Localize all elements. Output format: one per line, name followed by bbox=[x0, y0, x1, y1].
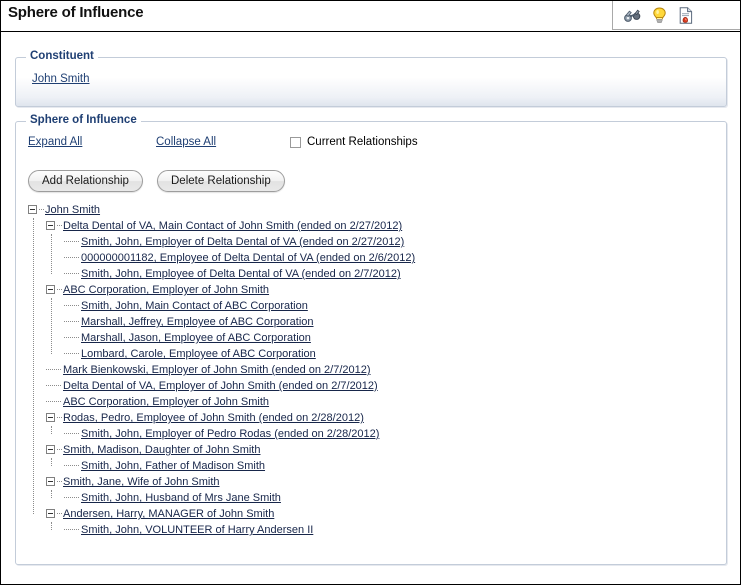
tree-node: Smith, John, Husband of Mrs Jane Smith bbox=[28, 490, 720, 506]
tree-expander-minus-icon[interactable] bbox=[46, 413, 55, 422]
page-header: Sphere of Influence bbox=[1, 1, 740, 32]
tree-connector bbox=[64, 337, 79, 339]
tree-node-link[interactable]: 000000001182, Employee of Delta Dental o… bbox=[81, 250, 415, 266]
tree-node-link[interactable]: Andersen, Harry, MANAGER of John Smith bbox=[63, 506, 274, 522]
tree-node-link[interactable]: Smith, Jane, Wife of John Smith bbox=[63, 474, 220, 490]
tree-expander-minus-icon[interactable] bbox=[46, 477, 55, 486]
current-relationships-checkbox[interactable] bbox=[290, 136, 301, 148]
tree-expander-minus-icon[interactable] bbox=[46, 445, 55, 454]
constituent-legend: Constituent bbox=[26, 50, 98, 62]
collapse-all-link[interactable]: Collapse All bbox=[156, 136, 216, 148]
header-toolbar bbox=[612, 1, 740, 30]
tree-expander-minus-icon[interactable] bbox=[46, 509, 55, 518]
page-title: Sphere of Influence bbox=[8, 4, 144, 21]
tree-connector bbox=[46, 385, 61, 387]
report-document-icon[interactable] bbox=[677, 6, 695, 24]
tree-node: Smith, John, VOLUNTEER of Harry Andersen… bbox=[28, 522, 720, 538]
tree-connector bbox=[64, 257, 79, 259]
current-relationships-checkbox-group: Current Relationships bbox=[290, 136, 418, 148]
tree-expander-minus-icon[interactable] bbox=[46, 285, 55, 294]
tree-node: Rodas, Pedro, Employee of John Smith (en… bbox=[28, 410, 720, 426]
tree-node: Smith, John, Father of Madison Smith bbox=[28, 458, 720, 474]
tree-expander-minus-icon[interactable] bbox=[46, 221, 55, 230]
tree-connector bbox=[46, 401, 61, 403]
tree-connector bbox=[64, 353, 79, 355]
tree-node-link[interactable]: Smith, John, Husband of Mrs Jane Smith bbox=[81, 490, 281, 506]
tree-node: Delta Dental of VA, Employer of John Smi… bbox=[28, 378, 720, 394]
tree-node-link[interactable]: Delta Dental of VA, Main Contact of John… bbox=[63, 218, 402, 234]
tree-node-link[interactable]: Smith, John, Employee of Delta Dental of… bbox=[81, 266, 401, 282]
tree-connector bbox=[57, 289, 62, 291]
tree-node-link[interactable]: Smith, John, Main Contact of ABC Corpora… bbox=[81, 298, 308, 314]
delete-relationship-button[interactable]: Delete Relationship bbox=[157, 170, 285, 192]
tree-node: Smith, John, Main Contact of ABC Corpora… bbox=[28, 298, 720, 314]
sphere-of-influence-legend: Sphere of Influence bbox=[26, 114, 141, 126]
tree-node-link[interactable]: Smith, John, Father of Madison Smith bbox=[81, 458, 265, 474]
tree-connector bbox=[64, 529, 79, 531]
tree-connector bbox=[64, 321, 79, 323]
add-relationship-button[interactable]: Add Relationship bbox=[28, 170, 143, 192]
tree-node-link[interactable]: John Smith bbox=[45, 202, 100, 218]
tree-node-link[interactable]: ABC Corporation, Employer of John Smith bbox=[63, 394, 269, 410]
tree-connector bbox=[64, 465, 79, 467]
tree-connector bbox=[39, 209, 44, 211]
relationship-tree: John Smith Delta Dental of VA, Main Conta… bbox=[28, 202, 720, 560]
tree-connector bbox=[64, 241, 79, 243]
tree-connector bbox=[57, 513, 62, 515]
tree-node: Marshall, Jason, Employee of ABC Corpora… bbox=[28, 330, 720, 346]
constituent-name-link[interactable]: John Smith bbox=[32, 73, 90, 85]
constituent-section: Constituent John Smith bbox=[15, 50, 727, 107]
tree-node-link[interactable]: Marshall, Jason, Employee of ABC Corpora… bbox=[81, 330, 311, 346]
tree-node: Smith, John, Employee of Delta Dental of… bbox=[28, 266, 720, 282]
expand-all-link[interactable]: Expand All bbox=[28, 136, 82, 148]
tree-node: Andersen, Harry, MANAGER of John Smith bbox=[28, 506, 720, 522]
tree-node-link[interactable]: Mark Bienkowski, Employer of John Smith … bbox=[63, 362, 371, 378]
sphere-of-influence-section: Sphere of Influence Expand All Collapse … bbox=[15, 114, 727, 565]
tree-node: John Smith bbox=[28, 202, 720, 218]
tree-expander-minus-icon[interactable] bbox=[28, 205, 37, 214]
tree-connector bbox=[57, 449, 62, 451]
tree-connector bbox=[57, 225, 62, 227]
tree-node: Smith, Jane, Wife of John Smith bbox=[28, 474, 720, 490]
tree-node: Marshall, Jeffrey, Employee of ABC Corpo… bbox=[28, 314, 720, 330]
tree-node-link[interactable]: Smith, Madison, Daughter of John Smith bbox=[63, 442, 260, 458]
tree-node-link[interactable]: Smith, John, Employer of Delta Dental of… bbox=[81, 234, 404, 250]
tree-node: Smith, John, Employer of Pedro Rodas (en… bbox=[28, 426, 720, 442]
tree-node: ABC Corporation, Employer of John Smith bbox=[28, 282, 720, 298]
tree-node: Mark Bienkowski, Employer of John Smith … bbox=[28, 362, 720, 378]
tree-connector bbox=[57, 417, 62, 419]
lightbulb-icon[interactable] bbox=[650, 6, 668, 24]
tree-node-link[interactable]: Rodas, Pedro, Employee of John Smith (en… bbox=[63, 410, 364, 426]
tree-connector bbox=[64, 273, 79, 275]
tree-node-link[interactable]: Smith, John, Employer of Pedro Rodas (en… bbox=[81, 426, 379, 442]
tree-connector bbox=[64, 305, 79, 307]
tree-connector bbox=[46, 369, 61, 371]
current-relationships-label: Current Relationships bbox=[307, 136, 418, 148]
tree-node-link[interactable]: ABC Corporation, Employer of John Smith bbox=[63, 282, 269, 298]
tree-node-link[interactable]: Marshall, Jeffrey, Employee of ABC Corpo… bbox=[81, 314, 314, 330]
tree-node-link[interactable]: Smith, John, VOLUNTEER of Harry Andersen… bbox=[81, 522, 313, 538]
binoculars-icon[interactable] bbox=[623, 6, 641, 24]
tree-node: 000000001182, Employee of Delta Dental o… bbox=[28, 250, 720, 266]
tree-connector bbox=[64, 497, 79, 499]
tree-connector bbox=[64, 433, 79, 435]
tree-node: Smith, John, Employer of Delta Dental of… bbox=[28, 234, 720, 250]
tree-node: Lombard, Carole, Employee of ABC Corpora… bbox=[28, 346, 720, 362]
tree-node: Delta Dental of VA, Main Contact of John… bbox=[28, 218, 720, 234]
tree-connector bbox=[57, 481, 62, 483]
tree-node-link[interactable]: Delta Dental of VA, Employer of John Smi… bbox=[63, 378, 378, 394]
tree-node-link[interactable]: Lombard, Carole, Employee of ABC Corpora… bbox=[81, 346, 316, 362]
sphere-of-influence-page: Sphere of Influence Constituent John Smi… bbox=[0, 0, 741, 585]
tree-node: Smith, Madison, Daughter of John Smith bbox=[28, 442, 720, 458]
tree-node: ABC Corporation, Employer of John Smith bbox=[28, 394, 720, 410]
